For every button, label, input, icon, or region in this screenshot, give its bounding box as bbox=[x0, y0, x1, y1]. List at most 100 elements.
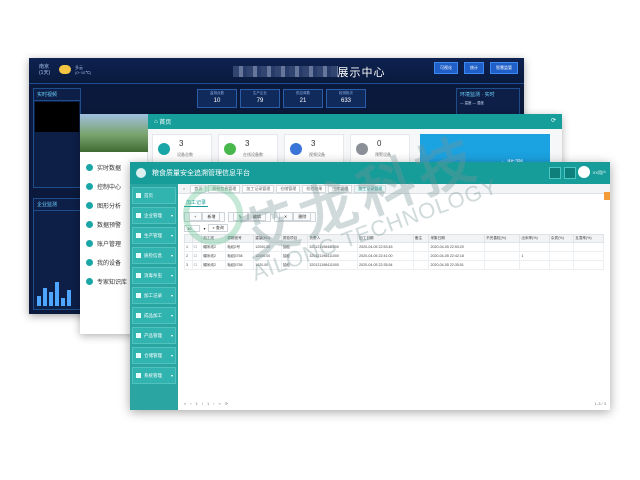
table-cell: 抽检 bbox=[280, 251, 309, 261]
row-checkbox[interactable]: ☐ bbox=[191, 260, 203, 270]
sidebar-item-home[interactable]: 首页 bbox=[132, 187, 176, 204]
table-cell bbox=[519, 260, 551, 270]
column-header[interactable]: 加工日期 bbox=[357, 234, 414, 243]
table-cell: 籼稻5758 bbox=[225, 260, 255, 270]
edit-button[interactable]: ✎ 编辑 bbox=[228, 212, 271, 222]
table-row[interactable]: 3 ☐ 碾米线2 籼稻5758 1020.00 抽检 320121198411000 2020… bbox=[184, 260, 604, 270]
pager-control[interactable]: ‹ bbox=[190, 401, 191, 406]
pie-chart-icon bbox=[86, 202, 93, 209]
tab-processing-active[interactable]: 加工记录管理 bbox=[354, 184, 387, 193]
notification-icon[interactable] bbox=[564, 167, 576, 179]
box-icon bbox=[136, 313, 141, 318]
admin-header: ⌂ 首页 ⟳ bbox=[148, 114, 562, 129]
breadcrumb: 加工记录 bbox=[184, 200, 209, 207]
card-number: 0 bbox=[377, 139, 382, 148]
table-cell: 2 bbox=[184, 251, 193, 261]
dashboard-button-visual[interactable]: 可视化 bbox=[434, 62, 458, 74]
chevron-left-icon[interactable]: « bbox=[180, 186, 188, 192]
sidebar-item-products[interactable]: 产品管理 ▾ bbox=[132, 327, 176, 344]
video-player[interactable] bbox=[35, 102, 79, 132]
pager-control[interactable]: ⟳ bbox=[225, 401, 228, 406]
column-header[interactable]: 原粮批号 bbox=[225, 234, 255, 243]
sidebar-item-system[interactable]: 系统管理 ▾ bbox=[132, 367, 176, 384]
sidebar-item-label: 质检信息 bbox=[144, 252, 162, 258]
stat-label: 监测点数 bbox=[210, 91, 224, 95]
tab-processing[interactable]: 加工记录管理 bbox=[242, 184, 275, 193]
sidebar-item-finished[interactable]: 成品加工 ▾ bbox=[132, 307, 176, 324]
column-header[interactable]: 备注 bbox=[412, 234, 430, 243]
column-header[interactable]: 重量(KG) bbox=[253, 234, 282, 243]
card-video-devices: 3 视频设备 bbox=[284, 134, 344, 164]
avatar[interactable] bbox=[578, 166, 590, 178]
card-number: 3 bbox=[311, 139, 316, 148]
page-size-select[interactable]: 10 bbox=[184, 224, 201, 232]
column-header[interactable] bbox=[191, 234, 203, 243]
table-cell: 2020-04-05 22:53:20 bbox=[428, 242, 486, 252]
table-row[interactable]: 2 ☐ 碾米线2 籼稻5758 12000.00 抽检 320121198411000 202… bbox=[184, 251, 604, 261]
delete-button[interactable]: ✕ 删除 bbox=[273, 212, 317, 222]
pager-control[interactable]: / bbox=[202, 401, 203, 406]
nav-label: 控制中心 bbox=[97, 185, 122, 191]
user-name[interactable]: XX用户 bbox=[593, 170, 606, 176]
blurred-title-text bbox=[232, 66, 338, 77]
panel-title: 企业监测 bbox=[34, 199, 80, 211]
column-header[interactable]: 采集日期 bbox=[428, 234, 486, 243]
table-cell bbox=[573, 260, 604, 270]
alert-icon bbox=[356, 143, 368, 155]
dashboard-button-stats[interactable]: 统计 bbox=[464, 62, 484, 74]
table-cell: 碾米线2 bbox=[201, 242, 227, 252]
column-header[interactable] bbox=[184, 234, 193, 243]
table-row[interactable]: 1 ☐ 碾米线2 籼稻2号 12000.00 抽检 320121198411000 2020-… bbox=[184, 242, 604, 252]
column-header[interactable]: 不完善粒(%) bbox=[484, 234, 521, 243]
side-handle[interactable] bbox=[604, 192, 610, 200]
sidebar-item-processing[interactable]: 加工记录 ▾ bbox=[132, 287, 176, 304]
column-header[interactable]: 互混率(%) bbox=[573, 234, 604, 243]
tab-inspection[interactable]: 质检信息管理 bbox=[208, 184, 241, 193]
pager-control[interactable]: 1 bbox=[207, 401, 209, 406]
chart-legend: — 温度 — 湿度 bbox=[460, 101, 484, 105]
column-header[interactable]: 出米率(%) bbox=[519, 234, 551, 243]
home-icon bbox=[136, 193, 141, 198]
row-checkbox[interactable]: ☐ bbox=[191, 242, 203, 252]
sidebar-item-production[interactable]: 生产管理 ▾ bbox=[132, 227, 176, 244]
table-cell: 籼稻2号 bbox=[225, 242, 255, 252]
pager-control[interactable]: » bbox=[219, 401, 221, 406]
pager-control[interactable]: › bbox=[213, 401, 214, 406]
tab-storage[interactable]: 仓储管理 bbox=[276, 184, 301, 193]
chevron-down-icon: ▾ bbox=[170, 213, 173, 218]
sidebar-item-inspection[interactable]: 质检信息 ▾ bbox=[132, 247, 176, 264]
tab-outbound[interactable]: 出库管理 bbox=[328, 184, 353, 193]
tab-results[interactable]: 检验结果 bbox=[302, 184, 327, 193]
card-label: 预警设备 bbox=[375, 152, 391, 157]
pager-control[interactable]: 1 bbox=[196, 401, 198, 406]
sidebar-item-disinfect[interactable]: 消毒杀虫 ▾ bbox=[132, 267, 176, 284]
sidebar-item-enterprise[interactable]: 企业管理 ▾ bbox=[132, 207, 176, 224]
bar bbox=[37, 296, 41, 306]
edit-button-label: 编辑 bbox=[247, 212, 266, 221]
stat-value: 21 bbox=[299, 98, 307, 104]
sidebar-item-storage[interactable]: 仓储管理 ▾ bbox=[132, 347, 176, 364]
panel-title: 实时视频 bbox=[34, 89, 80, 101]
table-cell bbox=[519, 242, 551, 252]
tab-home[interactable]: 首页 bbox=[190, 184, 207, 193]
column-header[interactable]: 质检项目 bbox=[280, 234, 309, 243]
row-checkbox[interactable]: ☐ bbox=[191, 251, 203, 261]
control-icon bbox=[86, 183, 93, 190]
weather-temp: 多云 (0~10℃) bbox=[75, 65, 91, 75]
message-icon[interactable] bbox=[549, 167, 561, 179]
column-header[interactable]: 加工线 bbox=[201, 234, 227, 243]
search-button[interactable]: ⌕ 查询 bbox=[208, 224, 228, 232]
refresh-icon[interactable]: ⟳ bbox=[551, 117, 556, 124]
sidebar-item-label: 成品加工 bbox=[144, 312, 162, 318]
column-header[interactable]: 杂质(%) bbox=[549, 234, 575, 243]
delete-button-label: 删除 bbox=[293, 212, 312, 221]
admin-header-title: 首页 bbox=[159, 120, 172, 126]
table-cell: 320121198411000 bbox=[307, 242, 359, 252]
table-cell: 籼稻5758 bbox=[225, 251, 255, 261]
pager-control[interactable]: « bbox=[184, 401, 186, 406]
app-logo bbox=[136, 168, 146, 178]
column-header[interactable]: 负责人 bbox=[307, 234, 359, 243]
add-button[interactable]: + 新增 bbox=[184, 212, 226, 222]
records-table: 加工线 原粮批号 重量(KG) 质检项目 负责人 加工日期 备注 采集日期 不完善粒(%) 出米率… bbox=[184, 234, 604, 270]
dashboard-button-supervise[interactable]: 智慧监管 bbox=[490, 62, 518, 74]
